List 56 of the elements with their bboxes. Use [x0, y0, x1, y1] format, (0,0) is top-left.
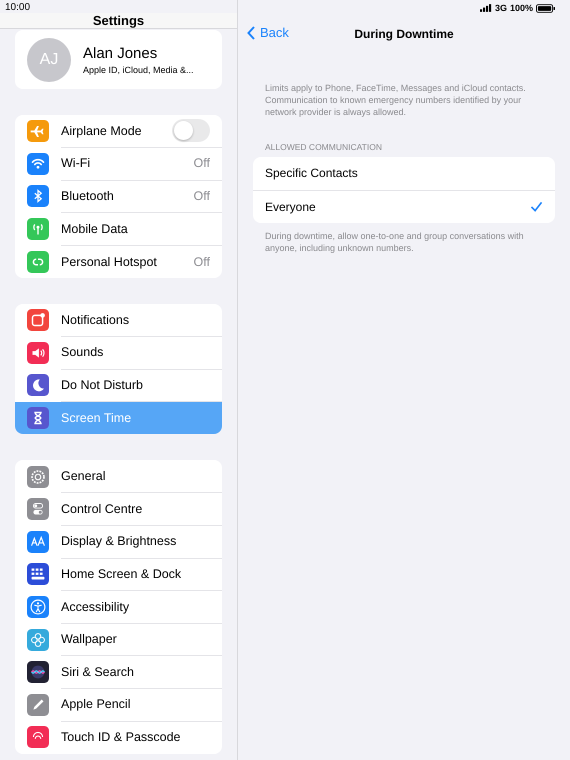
option-row[interactable]: Everyone: [253, 190, 555, 223]
hourglass-icon: [27, 407, 49, 430]
settings-item[interactable]: Accessibility: [15, 590, 222, 624]
settings-item[interactable]: General: [15, 460, 222, 493]
siri-icon: [27, 661, 49, 684]
sidebar-title: Settings: [92, 13, 144, 28]
settings-item[interactable]: Sounds: [15, 336, 222, 370]
airplane-icon: [27, 120, 49, 142]
app-grid-icon: [27, 563, 49, 586]
page-title: During Downtime: [354, 27, 454, 41]
toggle-switch[interactable]: [172, 119, 210, 142]
section-header: ALLOWED COMMUNICATION: [264, 142, 383, 152]
settings-item[interactable]: Display & Brightness: [15, 526, 222, 558]
settings-item[interactable]: Airplane Mode: [15, 115, 222, 148]
profile-subtitle: Apple ID, iCloud, Media &...: [83, 64, 194, 74]
status-time: 10:00: [5, 2, 30, 13]
settings-item[interactable]: Touch ID & Passcode: [15, 721, 222, 754]
settings-item[interactable]: Notifications: [15, 304, 222, 337]
text-size-icon: [27, 530, 49, 553]
wifi-icon: [27, 152, 49, 175]
profile-card[interactable]: AJ Alan Jones Apple ID, iCloud, Media &...: [15, 30, 222, 89]
network-label: 3G: [494, 3, 507, 13]
settings-item[interactable]: Apple Pencil: [15, 688, 222, 722]
footer-text: During downtime, allow one-to-one and group conversations with anyone, including unknown numbers.: [264, 230, 525, 254]
item-value: Off: [194, 254, 210, 269]
settings-item[interactable]: Control Centre: [15, 492, 222, 526]
settings-item[interactable]: Wi-Fi Off: [15, 148, 222, 180]
switches-icon: [27, 498, 49, 520]
option-row[interactable]: Specific Contacts: [253, 157, 555, 190]
settings-item[interactable]: Wallpaper: [15, 623, 222, 656]
item-value: Off: [194, 156, 210, 170]
item-value: Off: [194, 188, 210, 203]
speaker-icon: [27, 342, 49, 364]
pencil-icon: [27, 694, 49, 716]
settings-item[interactable]: Bluetooth Off: [15, 180, 222, 213]
settings-item[interactable]: Siri & Search: [15, 656, 222, 688]
hotspot-icon: [27, 250, 49, 273]
fingerprint-icon: [27, 726, 49, 748]
moon-icon: [27, 374, 49, 396]
bluetooth-icon: [27, 185, 49, 208]
settings-item[interactable]: Personal Hotspot Off: [15, 245, 222, 278]
notifications-icon: [27, 309, 49, 332]
chevron-icon: [247, 26, 255, 40]
checkmark-icon: [530, 201, 543, 212]
settings-item[interactable]: Home Screen & Dock: [15, 558, 222, 591]
gear-icon: [27, 466, 49, 488]
settings-item[interactable]: Mobile Data: [15, 212, 222, 246]
flower-icon: [27, 628, 49, 651]
profile-name: Alan Jones: [83, 44, 158, 62]
antenna-icon: [27, 218, 49, 240]
accessibility-icon: [27, 596, 49, 618]
intro-text: Limits apply to Phone, FaceTime, Messages and iCloud contacts. Communication to known emergency numbers identified by your network provider is always allowed.: [264, 82, 527, 118]
signal-icon: [480, 4, 492, 12]
avatar: AJ: [27, 38, 71, 82]
battery-percent: 100%: [510, 3, 533, 13]
battery-icon: [536, 4, 555, 12]
